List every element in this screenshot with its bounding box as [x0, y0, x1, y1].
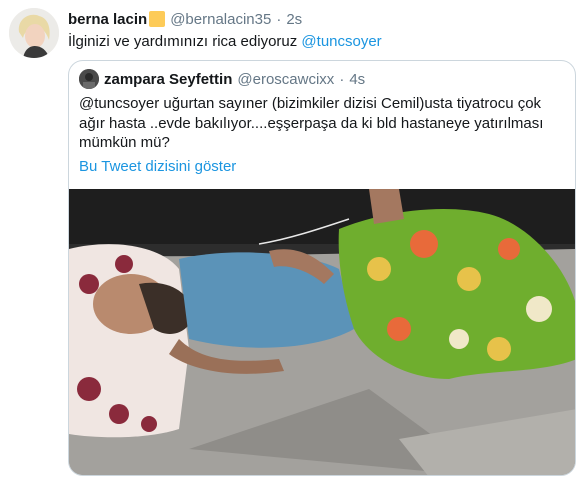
tweet-text: İlginizi ve yardımınızı rica ediyoruz @t… [68, 32, 382, 51]
quoted-timestamp: 4s [349, 70, 366, 88]
quoted-tweet-header: zampara Seyfettin @eroscawcixx · 4s [79, 69, 365, 89]
quoted-tweet-card[interactable]: zampara Seyfettin @eroscawcixx · 4s @tun… [68, 60, 576, 476]
quoted-separator-dot: · [339, 70, 345, 88]
separator-dot: · [276, 10, 282, 28]
tweet-timestamp[interactable]: 2s [286, 11, 302, 28]
tweet[interactable]: berna lacin @bernalacin35 · 2s İlginizi … [0, 0, 585, 478]
user-avatar[interactable] [9, 8, 59, 58]
user-handle[interactable]: @bernalacin35 [170, 11, 271, 28]
quoted-user-handle: @eroscawcixx [237, 70, 335, 88]
tweet-photo[interactable] [69, 189, 575, 475]
tweet-text-body: İlginizi ve yardımınızı rica ediyoruz [68, 33, 302, 50]
display-name[interactable]: berna lacin [68, 11, 147, 28]
quoted-user-avatar [79, 69, 99, 89]
yellow-square-emoji-icon [149, 11, 166, 27]
quoted-tweet-text: @tuncsoyer uğurtan sayıner (bizimkiler d… [79, 95, 544, 151]
tweet-header: berna lacin @bernalacin35 · 2s [68, 8, 302, 30]
mention-link[interactable]: @tuncsoyer [301, 33, 381, 50]
quoted-display-name: zampara Seyfettin [104, 70, 233, 88]
show-thread-link[interactable]: Bu Tweet dizisini göster [79, 158, 236, 175]
